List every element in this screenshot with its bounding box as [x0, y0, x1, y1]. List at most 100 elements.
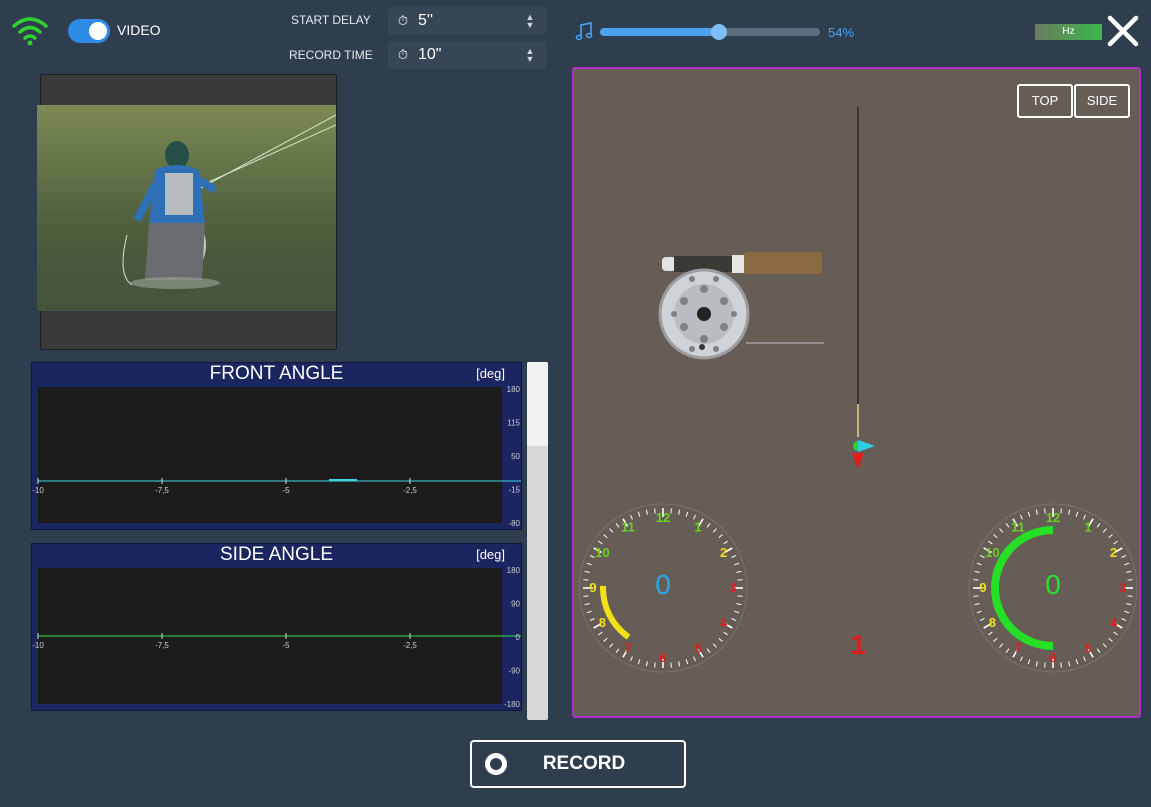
chart-unit: [deg] [476, 366, 505, 381]
gauge-tick [584, 570, 590, 573]
gauge-tick [583, 595, 589, 597]
charts-scrollbar[interactable] [527, 362, 548, 720]
timer-icon: ⏱ [397, 13, 409, 28]
gauge-tick [979, 618, 985, 621]
gauge-tick [609, 528, 614, 533]
volume-slider-handle[interactable] [710, 24, 727, 40]
gauge-tick [718, 637, 723, 642]
gauge-tick [678, 661, 681, 667]
gauge-tick [999, 528, 1004, 533]
gauge-tick [723, 631, 729, 636]
gauge-tick [1126, 603, 1132, 606]
gauge-hour-label: 4 [720, 615, 728, 630]
gauge-tick [654, 662, 656, 668]
gauge-tick [637, 511, 641, 517]
chart-y-tick-label: 50 [511, 452, 520, 461]
chart-unit: [deg] [476, 547, 505, 562]
gauge-tick [670, 508, 672, 514]
gauge-tick [597, 631, 603, 636]
chart-title: FRONT ANGLE [209, 363, 344, 384]
gauge-tick [993, 534, 998, 539]
gauge-tick [1060, 508, 1062, 514]
chart-plot-area: -10 -7,5 -5 -2,5 180 115 50 -15 -80 [32, 385, 521, 528]
gauge-tick [589, 618, 595, 621]
gauge-tick [1005, 522, 1010, 528]
gauge-tick [637, 659, 641, 665]
gauge-tick [685, 659, 689, 665]
gauge-hour-label: 11 [621, 519, 635, 534]
chart-y-tick-label: 115 [507, 419, 520, 428]
gauge-tick [678, 509, 681, 515]
gauge-tick [987, 540, 993, 545]
gauge-tick [736, 603, 742, 606]
gauge-hour-label: 2 [1110, 545, 1117, 560]
gauge-tick [1083, 656, 1086, 662]
gauge-tick [1096, 648, 1101, 654]
gauge-tick [1124, 562, 1130, 566]
gauge-tick [974, 570, 980, 573]
video-toggle-label: VIDEO [117, 22, 161, 38]
gauge-hour-label: 1 [1084, 519, 1091, 534]
gauge-tick [1124, 610, 1130, 614]
right-gauge-value: 0 [1045, 569, 1061, 600]
gauge-hour-label: 11 [1011, 519, 1025, 534]
gauge-hour-label: 7 [624, 641, 631, 656]
video-preview-image [37, 105, 336, 311]
volume-slider[interactable] [600, 24, 820, 40]
gauge-tick [1068, 661, 1071, 667]
rod-3d-viewport[interactable]: TOP SIDE 12 1 2 3 4 5 6 7 8 9 10 11 12 1 2 3 4 5 6 7 8 9 10 11… [572, 67, 1141, 718]
record-button-label: RECORD [542, 753, 626, 774]
close-icon[interactable] [1106, 14, 1140, 48]
gauge-tick [1035, 509, 1038, 515]
chart-x-tick-label: -10 [32, 641, 44, 650]
gauge-tick [737, 579, 743, 581]
gauge-tick [1035, 661, 1038, 667]
side-angle-chart: SIDE ANGLE [deg] -10 -7,5 -5 -2,5 180 90 0 -90-… [31, 543, 522, 711]
scrollbar-thumb[interactable] [527, 362, 548, 446]
start-delay-select[interactable]: ⏱ 5'' ▲ ▼ [388, 7, 546, 35]
gauge-hour-label: 10 [985, 545, 999, 560]
gauge-hour-label: 3 [1119, 580, 1126, 595]
front-angle-chart: FRONT ANGLE [deg] -10 -7,5 -5 -2,5 180 115 50-… [31, 362, 522, 530]
hz-indicator: Hz [1035, 24, 1102, 40]
record-button[interactable]: RECORD [470, 740, 686, 788]
gauge-tick [645, 509, 648, 515]
gauge-tick [1075, 659, 1079, 665]
gauge-hour-label: 4 [1110, 615, 1118, 630]
gauge-tick [603, 534, 608, 539]
gauge-tick [993, 637, 998, 642]
gauge-tick [615, 522, 620, 528]
music-note-icon [575, 22, 593, 41]
chart-x-tick-label: -2,5 [403, 486, 417, 495]
record-time-select[interactable]: ⏱ 10" ▲ ▼ [388, 41, 546, 69]
wifi-icon [12, 17, 48, 46]
gauge-hour-label: 7 [1014, 641, 1021, 656]
chart-y-tick-label: 90 [511, 600, 520, 609]
gauge-tick [731, 555, 737, 558]
gauge-tick [718, 534, 723, 539]
gauge-tick [973, 595, 979, 597]
cast-count: 1 [850, 629, 866, 660]
chart-x-tick-label: -5 [282, 641, 290, 650]
gauge-hour-label: 8 [989, 615, 996, 630]
record-icon [485, 753, 507, 775]
gauge-tick [609, 643, 614, 648]
gauge-tick [712, 528, 717, 533]
volume-value: 54% [828, 25, 855, 40]
record-time-label: RECORD TIME [289, 48, 373, 62]
gauge-tick [734, 610, 740, 614]
gauge-tick [597, 540, 603, 545]
left-gauge-value: 0 [655, 569, 671, 600]
record-time-value: 10" [418, 46, 442, 63]
gauge-tick [1121, 618, 1127, 621]
gauge-tick [1113, 631, 1119, 636]
gauge-tick [583, 579, 589, 581]
video-toggle[interactable] [68, 19, 110, 43]
gauge-tick [731, 618, 737, 621]
gauge-tick [1108, 637, 1113, 642]
gauge-tick [586, 562, 592, 566]
chart-plot-area: -10 -7,5 -5 -2,5 180 90 0 -90 -180 [32, 566, 521, 709]
gauge-tick [603, 637, 608, 642]
gauge-hour-label: 9 [589, 580, 596, 595]
chart-y-tick-label: 180 [507, 566, 521, 575]
